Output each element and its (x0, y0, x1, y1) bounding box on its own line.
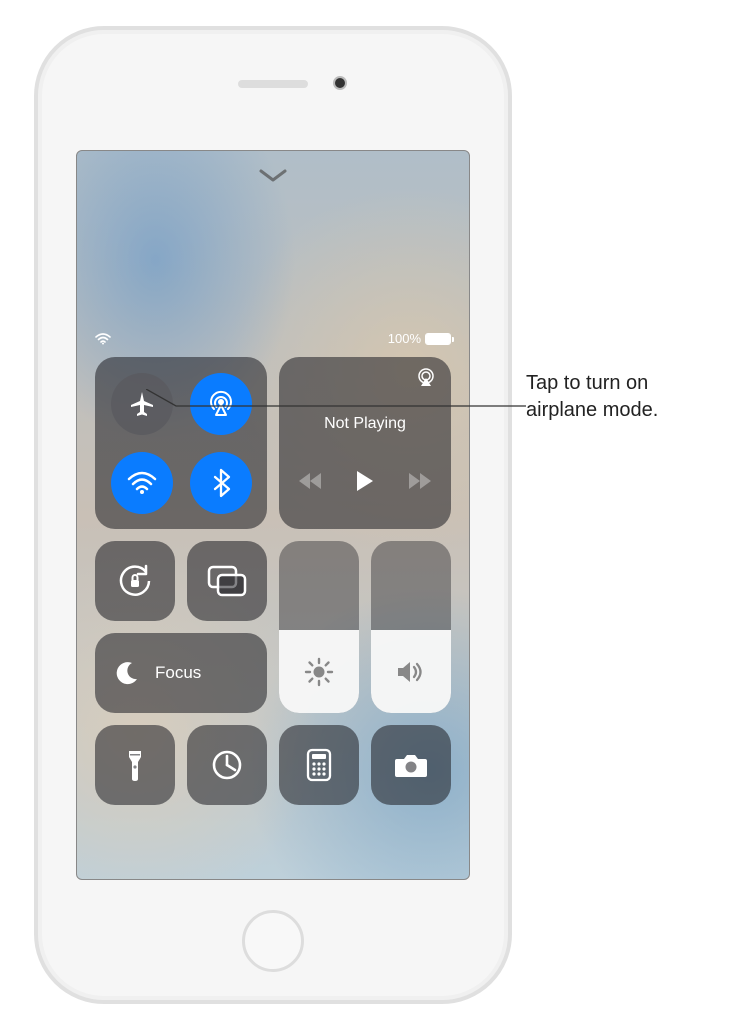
flashlight-button[interactable] (95, 725, 175, 805)
airdrop-toggle[interactable] (190, 373, 252, 435)
connectivity-group[interactable] (95, 357, 267, 529)
moon-icon (113, 659, 141, 687)
airplay-icon[interactable] (415, 367, 437, 387)
calculator-button[interactable] (279, 725, 359, 805)
volume-fill (371, 630, 451, 713)
volume-slider[interactable] (371, 541, 451, 713)
bluetooth-icon (211, 468, 231, 498)
speaker-grille (238, 80, 308, 88)
volume-icon (395, 659, 427, 685)
airplane-icon (127, 389, 157, 419)
brightness-slider[interactable] (279, 541, 359, 713)
wifi-status-icon (95, 333, 111, 345)
wifi-toggle[interactable] (111, 452, 173, 514)
callout-text: Tap to turn on airplane mode. (526, 370, 716, 424)
previous-track-icon[interactable] (299, 473, 321, 489)
timer-button[interactable] (187, 725, 267, 805)
control-center: Not Playing (95, 357, 453, 880)
focus-label: Focus (155, 663, 201, 683)
airdrop-icon (205, 388, 237, 420)
dismiss-chevron-icon[interactable] (259, 169, 287, 183)
next-track-icon[interactable] (409, 473, 431, 489)
flashlight-icon (125, 747, 145, 783)
screen: 100% (76, 150, 470, 880)
battery-icon (425, 333, 451, 345)
camera-icon (393, 751, 429, 779)
front-camera (333, 76, 347, 90)
focus-button[interactable]: Focus (95, 633, 267, 713)
home-button[interactable] (242, 910, 304, 972)
media-title: Not Playing (324, 415, 406, 433)
brightness-icon (304, 657, 334, 687)
screen-mirroring-button[interactable] (187, 541, 267, 621)
timer-icon (210, 748, 244, 782)
battery-percent-label: 100% (388, 331, 421, 346)
media-controls-group[interactable]: Not Playing (279, 357, 451, 529)
screen-mirroring-icon (206, 564, 248, 598)
play-icon[interactable] (355, 469, 375, 493)
brightness-fill (279, 630, 359, 713)
device-frame: 100% (34, 26, 512, 1004)
airplane-mode-toggle[interactable] (111, 373, 173, 435)
orientation-lock-button[interactable] (95, 541, 175, 621)
status-bar: 100% (77, 331, 469, 346)
wifi-icon (126, 469, 158, 497)
orientation-lock-icon (116, 562, 154, 600)
bluetooth-toggle[interactable] (190, 452, 252, 514)
calculator-icon (306, 748, 332, 782)
camera-button[interactable] (371, 725, 451, 805)
